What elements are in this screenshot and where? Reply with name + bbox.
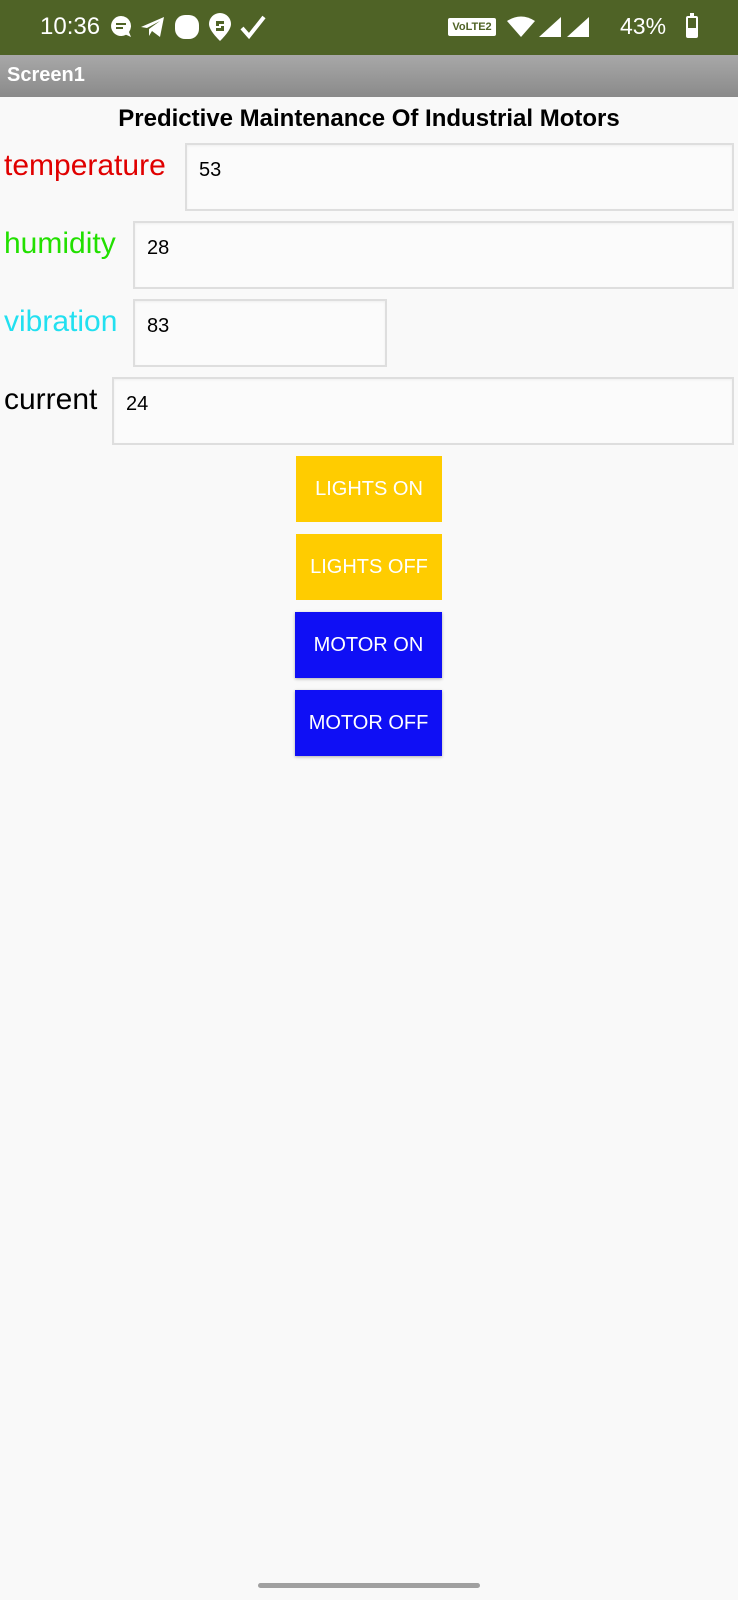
humidity-label: humidity [4,227,116,260]
system-icons: VoLTE2 43% [438,11,738,43]
swiggy-icon [208,12,232,42]
signal-icon [566,16,590,43]
status-time: 10:36 [40,13,101,40]
temperature-label: temperature [4,149,166,182]
telegram-icon [140,15,166,39]
home-indicator[interactable] [258,1583,480,1588]
current-label: current [4,383,98,416]
motor-on-button[interactable]: MOTOR ON [295,612,442,678]
check-icon [240,14,266,40]
notification-icons [110,11,266,43]
signal-icon [538,16,562,43]
wifi-icon [506,16,536,43]
motor-off-button[interactable]: MOTOR OFF [295,690,442,756]
vibration-label: vibration [4,305,118,338]
volte-badge: VoLTE2 [448,18,496,36]
status-bar: 10:36 VoLTE2 43% [0,0,738,55]
battery-percent: 43% [620,13,667,39]
chat-bubble-icon [110,15,132,39]
lights-off-button[interactable]: LIGHTS OFF [296,534,442,600]
current-field[interactable]: 24 [112,377,734,445]
humidity-field[interactable]: 28 [133,221,734,289]
vibration-field[interactable]: 83 [133,299,387,367]
app-heading: Predictive Maintenance Of Industrial Mot… [118,105,620,132]
title-bar: Screen1 [0,55,738,97]
app-blob-icon [174,14,200,40]
screen-title: Screen1 [7,64,85,86]
battery-icon [686,13,698,38]
temperature-field[interactable]: 53 [185,143,734,211]
lights-on-button[interactable]: LIGHTS ON [296,456,442,522]
